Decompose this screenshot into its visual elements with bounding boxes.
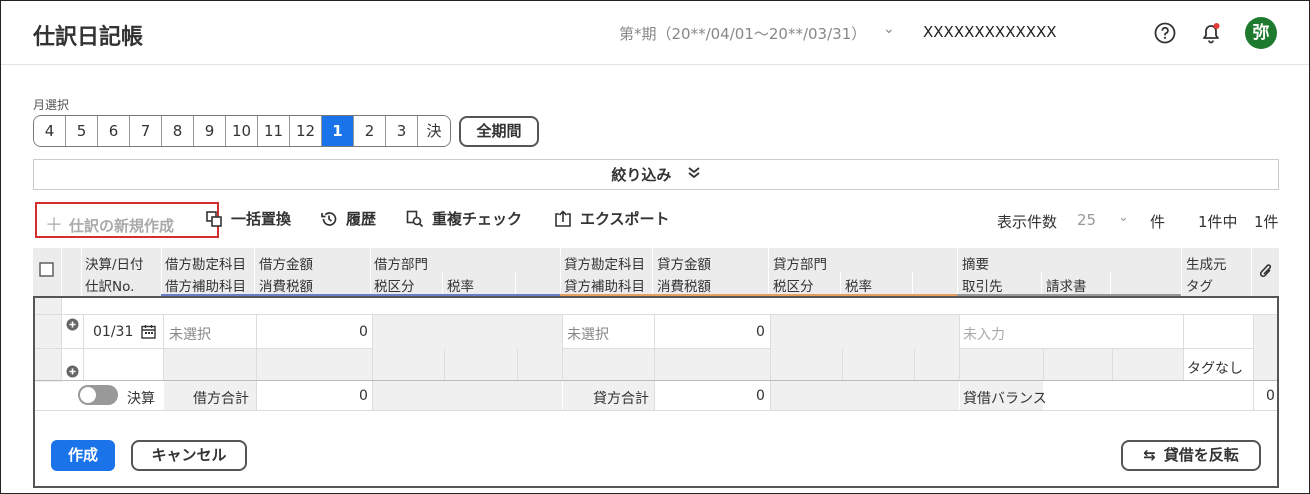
month-button[interactable]: 11 bbox=[258, 116, 290, 146]
reverse-debit-credit-button[interactable]: ⇆ 貸借を反転 bbox=[1121, 440, 1261, 471]
bell-icon[interactable] bbox=[1200, 21, 1222, 45]
col-source: 生成元 bbox=[1186, 257, 1227, 273]
col-debit-dept: 借方部門 bbox=[374, 257, 428, 273]
duplicate-search-icon bbox=[406, 210, 424, 227]
memo-input[interactable]: 未入力 bbox=[963, 324, 1005, 344]
all-period-button[interactable]: 全期間 bbox=[459, 116, 539, 147]
month-button[interactable]: 5 bbox=[66, 116, 98, 146]
chevron-down-icon[interactable]: ⌄ bbox=[1118, 210, 1129, 225]
history-button[interactable]: 履歴 bbox=[320, 208, 376, 229]
col-memo: 摘要 bbox=[962, 257, 989, 273]
col-credit-tax: 消費税額 bbox=[657, 279, 711, 295]
month-button[interactable]: 3 bbox=[386, 116, 418, 146]
page-size-label: 表示件数 bbox=[997, 213, 1058, 231]
cancel-button[interactable]: キャンセル bbox=[131, 440, 247, 471]
attachment-icon bbox=[1259, 264, 1272, 277]
col-date: 決算/日付 bbox=[85, 257, 144, 273]
col-credit-account: 貸方勘定科目 bbox=[564, 257, 645, 273]
duplicate-check-label: 重複チェック bbox=[432, 210, 523, 228]
col-debit-amount: 借方金額 bbox=[259, 257, 313, 273]
month-button[interactable]: 9 bbox=[194, 116, 226, 146]
col-credit-amount: 貸方金額 bbox=[657, 257, 711, 273]
debit-amount-input[interactable]: 0 bbox=[359, 324, 368, 340]
month-button-selected[interactable]: 1 bbox=[322, 116, 354, 146]
period-selector[interactable]: 第*期（20**/04/01〜20**/03/31） bbox=[619, 23, 866, 44]
col-entry-no: 仕訳No. bbox=[85, 279, 135, 295]
closing-label: 決算 bbox=[127, 391, 155, 407]
avatar[interactable]: 弥 bbox=[1245, 17, 1277, 49]
page-title: 仕訳日記帳 bbox=[33, 25, 144, 50]
col-debit-account: 借方勘定科目 bbox=[165, 257, 246, 273]
calendar-icon[interactable] bbox=[141, 324, 156, 339]
balance-value: 0 bbox=[1266, 388, 1275, 404]
page-size-unit: 件 bbox=[1150, 213, 1166, 231]
balance-label: 貸借バランス bbox=[963, 391, 1047, 407]
col-invoice: 請求書 bbox=[1046, 279, 1087, 295]
swap-icon: ⇆ bbox=[1143, 446, 1156, 464]
col-debit-sub: 借方補助科目 bbox=[165, 279, 246, 295]
debit-account-select[interactable]: 未選択 bbox=[169, 324, 211, 344]
debit-total-label: 借方合計 bbox=[193, 391, 249, 407]
month-button[interactable]: 10 bbox=[226, 116, 258, 146]
replace-icon bbox=[206, 210, 222, 227]
col-credit-dept: 貸方部門 bbox=[773, 257, 827, 273]
history-icon bbox=[321, 211, 337, 226]
month-button[interactable]: 8 bbox=[162, 116, 194, 146]
debit-total-value: 0 bbox=[359, 388, 368, 404]
history-label: 履歴 bbox=[346, 210, 377, 228]
closing-toggle[interactable] bbox=[78, 385, 118, 405]
select-all-checkbox[interactable] bbox=[39, 262, 54, 277]
add-row-above-icon[interactable] bbox=[66, 318, 79, 331]
add-row-below-icon[interactable] bbox=[66, 365, 79, 378]
col-debit-tax-rate: 税率 bbox=[447, 279, 474, 295]
credit-account-select[interactable]: 未選択 bbox=[567, 324, 609, 344]
new-entry-button[interactable]: ＋ 仕訳の新規作成 bbox=[35, 202, 219, 238]
month-button[interactable]: 7 bbox=[130, 116, 162, 146]
result-count: 1件中 bbox=[1198, 213, 1238, 231]
export-button[interactable]: エクスポート bbox=[554, 208, 670, 229]
result-total: 1件 bbox=[1254, 213, 1279, 231]
entry-date[interactable]: 01/31 bbox=[93, 324, 133, 340]
bulk-replace-button[interactable]: 一括置換 bbox=[205, 208, 291, 229]
month-button[interactable]: 2 bbox=[354, 116, 386, 146]
credit-amount-input[interactable]: 0 bbox=[756, 324, 765, 340]
month-button[interactable]: 4 bbox=[34, 116, 66, 146]
month-selector-label: 月選択 bbox=[33, 98, 70, 112]
col-debit-tax: 消費税額 bbox=[259, 279, 313, 295]
create-button[interactable]: 作成 bbox=[51, 440, 115, 471]
month-selector: 4 5 6 7 8 9 10 11 12 1 2 3 決 bbox=[33, 115, 451, 147]
filter-label: 絞り込み bbox=[611, 166, 672, 184]
export-label: エクスポート bbox=[580, 210, 670, 228]
reverse-label: 貸借を反転 bbox=[1163, 446, 1239, 464]
credit-total-value: 0 bbox=[756, 388, 765, 404]
month-button-closing[interactable]: 決 bbox=[418, 116, 450, 146]
table-header: 決算/日付 仕訳No. 借方勘定科目 借方補助科目 借方金額 消費税額 借方部門… bbox=[33, 248, 1279, 296]
help-icon[interactable] bbox=[1154, 22, 1176, 44]
bulk-replace-label: 一括置換 bbox=[231, 210, 292, 228]
new-entry-label: 仕訳の新規作成 bbox=[69, 217, 175, 235]
page-size-select[interactable]: 25 bbox=[1077, 211, 1096, 229]
col-partner: 取引先 bbox=[962, 279, 1003, 295]
export-icon bbox=[555, 209, 571, 227]
col-credit-tax-rate: 税率 bbox=[845, 279, 872, 295]
col-tag: タグ bbox=[1186, 279, 1213, 295]
plus-icon: ＋ bbox=[45, 215, 63, 236]
month-button[interactable]: 12 bbox=[290, 116, 322, 146]
month-button[interactable]: 6 bbox=[98, 116, 130, 146]
filter-toggle[interactable]: 絞り込み bbox=[33, 159, 1279, 190]
col-credit-tax-class: 税区分 bbox=[773, 279, 814, 295]
col-debit-tax-class: 税区分 bbox=[374, 279, 415, 295]
col-credit-sub: 貸方補助科目 bbox=[564, 279, 645, 295]
app-header: 仕訳日記帳 第*期（20**/04/01〜20**/03/31） ⌄ XXXXX… bbox=[1, 1, 1309, 65]
company-name[interactable]: XXXXXXXXXXXXX bbox=[923, 23, 1057, 41]
credit-total-label: 貸方合計 bbox=[593, 391, 649, 407]
tag-value[interactable]: タグなし bbox=[1187, 358, 1243, 378]
double-chevron-down-icon bbox=[687, 166, 701, 184]
chevron-down-icon[interactable]: ⌄ bbox=[883, 21, 895, 37]
duplicate-check-button[interactable]: 重複チェック bbox=[406, 208, 522, 229]
